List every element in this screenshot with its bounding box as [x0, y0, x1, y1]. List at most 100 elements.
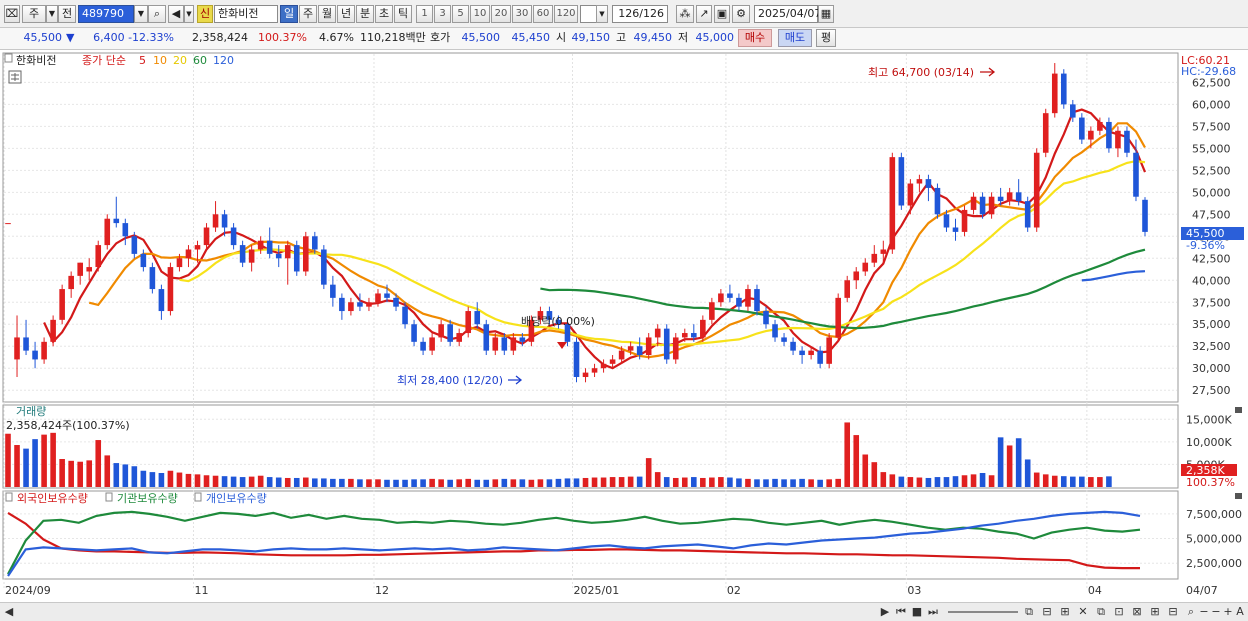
period-day-tab[interactable]: 일 — [280, 5, 298, 23]
legend-ma-120: 120 — [213, 54, 234, 67]
price-tick-label: 57,500 — [1192, 120, 1231, 133]
config-icon[interactable]: ⊟ — [1166, 604, 1180, 620]
candle-body — [772, 324, 778, 338]
zoom-out-icon[interactable]: − — [1198, 604, 1210, 620]
volume-bar — [402, 479, 408, 487]
volume-bar — [420, 479, 426, 487]
print-icon[interactable]: ⊡ — [1112, 604, 1126, 620]
current-pct-text: -9.36% — [1186, 239, 1225, 252]
settings-gear-icon[interactable]: ⚙ — [732, 5, 750, 23]
jump-last-icon[interactable]: ⏭ — [926, 604, 940, 620]
open-price: 49,150 — [571, 31, 611, 44]
minute-120-button[interactable]: 120 — [554, 5, 578, 23]
candle-body — [880, 249, 887, 254]
zoom-in-icon[interactable]: + — [1222, 604, 1234, 620]
low-label: 저 — [678, 31, 689, 44]
candle-body — [293, 245, 300, 272]
holders-panel-close-icon[interactable] — [1235, 493, 1242, 499]
save-icon[interactable]: ▣ — [714, 5, 730, 23]
candle-body — [844, 280, 851, 298]
compare-icon[interactable]: ⧉ — [1022, 604, 1036, 620]
minute-1-label: 1 — [421, 8, 428, 19]
custom-minute-dropdown-icon[interactable]: ▼ — [596, 5, 608, 23]
search-small-icon[interactable]: ⌕ — [1184, 604, 1198, 620]
auto-scale-icon[interactable]: A — [1234, 604, 1246, 620]
calendar-icon[interactable]: ▦ — [818, 5, 834, 23]
candle-body — [591, 368, 598, 373]
period-tick-tab[interactable]: 틱 — [394, 5, 412, 23]
zoom-reset-icon[interactable]: − — [1210, 604, 1222, 620]
volume-bar — [519, 479, 526, 487]
volume-bar — [447, 479, 453, 487]
candle-body — [853, 271, 860, 281]
stock-chart-svg[interactable]: 62,500 60,000 57,500 55,000 52,500 50,000 47,5… — [0, 50, 1248, 602]
high-price: 49,450 — [633, 31, 673, 44]
memo-icon[interactable]: ⊠ — [1130, 604, 1144, 620]
prev-button[interactable]: 전 — [58, 5, 76, 23]
jump-first-icon[interactable]: ⏮ — [894, 604, 908, 620]
eval-button[interactable]: 평 — [816, 29, 836, 47]
window-menu-icon[interactable]: ⌧ — [4, 5, 20, 23]
candle-body — [1097, 121, 1103, 131]
volume-bar — [248, 476, 255, 487]
market-type-select[interactable]: 주 — [22, 5, 46, 23]
code-input[interactable]: 489790 — [78, 5, 134, 23]
count-field[interactable]: 126/126 — [612, 5, 668, 23]
market-type-dropdown-icon[interactable]: ▼ — [46, 5, 58, 23]
candle-body — [1115, 130, 1121, 149]
search-icon[interactable]: ⌕ — [148, 5, 166, 23]
minute-1-button[interactable]: 1 — [416, 5, 433, 23]
volume-bar — [636, 476, 643, 487]
buy-button[interactable]: 매수 — [738, 29, 772, 47]
volume-bar — [1079, 476, 1085, 487]
candle-body — [1070, 104, 1076, 118]
minute-10-button[interactable]: 10 — [470, 5, 490, 23]
volume-bar — [501, 478, 508, 487]
minute-60-button[interactable]: 60 — [533, 5, 553, 23]
volume-bar — [790, 479, 796, 487]
period-minute-tab[interactable]: 분 — [356, 5, 374, 23]
layout-icon[interactable]: ⊟ — [1040, 604, 1054, 620]
date-field[interactable]: 2025/04/07 — [754, 5, 821, 23]
volume-bar — [844, 422, 851, 487]
code-dropdown-icon[interactable]: ▼ — [134, 5, 148, 23]
candle-body — [582, 372, 589, 378]
minute-20-button[interactable]: 20 — [491, 5, 511, 23]
volume-bar — [1070, 476, 1076, 487]
chart-area[interactable]: 62,500 60,000 57,500 55,000 52,500 50,000 47,5… — [0, 50, 1248, 602]
period-month-tab[interactable]: 월 — [318, 5, 336, 23]
volume-panel-close-icon[interactable] — [1235, 407, 1242, 413]
volume-bar — [212, 475, 219, 487]
link-icon[interactable]: ⁂ — [676, 5, 694, 23]
speaker-icon[interactable]: ◀ — [168, 5, 184, 23]
period-week-tab[interactable]: 주 — [299, 5, 317, 23]
tools-icon[interactable]: ⊞ — [1058, 604, 1072, 620]
volume-bar — [1051, 475, 1058, 487]
scroll-left-icon[interactable]: ◀ — [2, 604, 16, 620]
crosshair-icon[interactable]: ✕ — [1076, 604, 1090, 620]
zoom-slider[interactable] — [948, 611, 1018, 613]
chart-type-icon[interactable]: ↗ — [696, 5, 712, 23]
volume-bar — [357, 479, 363, 487]
x-axis-labels: 2024/09 11 12 2025/01 02 03 04 04/07 — [5, 584, 1218, 597]
candle-body — [158, 289, 165, 312]
export-icon[interactable]: ⊞ — [1148, 604, 1162, 620]
price-tick-label: 35,000 — [1192, 318, 1231, 331]
period-year-tab[interactable]: 년 — [337, 5, 355, 23]
volume-bar — [546, 479, 553, 487]
volume-bar — [654, 472, 661, 487]
speaker-dropdown-icon[interactable]: ▼ — [184, 5, 194, 23]
candle-body — [14, 337, 20, 360]
stock-name-field[interactable]: 한화비전 — [214, 5, 278, 23]
scroll-right-icon[interactable]: ▶ — [878, 604, 892, 620]
minute-30-button[interactable]: 30 — [512, 5, 532, 23]
volume-bar — [537, 479, 544, 487]
sell-button[interactable]: 매도 — [778, 29, 812, 47]
x-tick-label: 11 — [195, 584, 209, 597]
period-second-tab[interactable]: 초 — [375, 5, 393, 23]
minute-5-button[interactable]: 5 — [452, 5, 469, 23]
copy-icon[interactable]: ⧉ — [1094, 604, 1108, 620]
minute-3-button[interactable]: 3 — [434, 5, 451, 23]
stop-icon[interactable]: ■ — [910, 604, 924, 620]
candle-body — [790, 341, 796, 351]
